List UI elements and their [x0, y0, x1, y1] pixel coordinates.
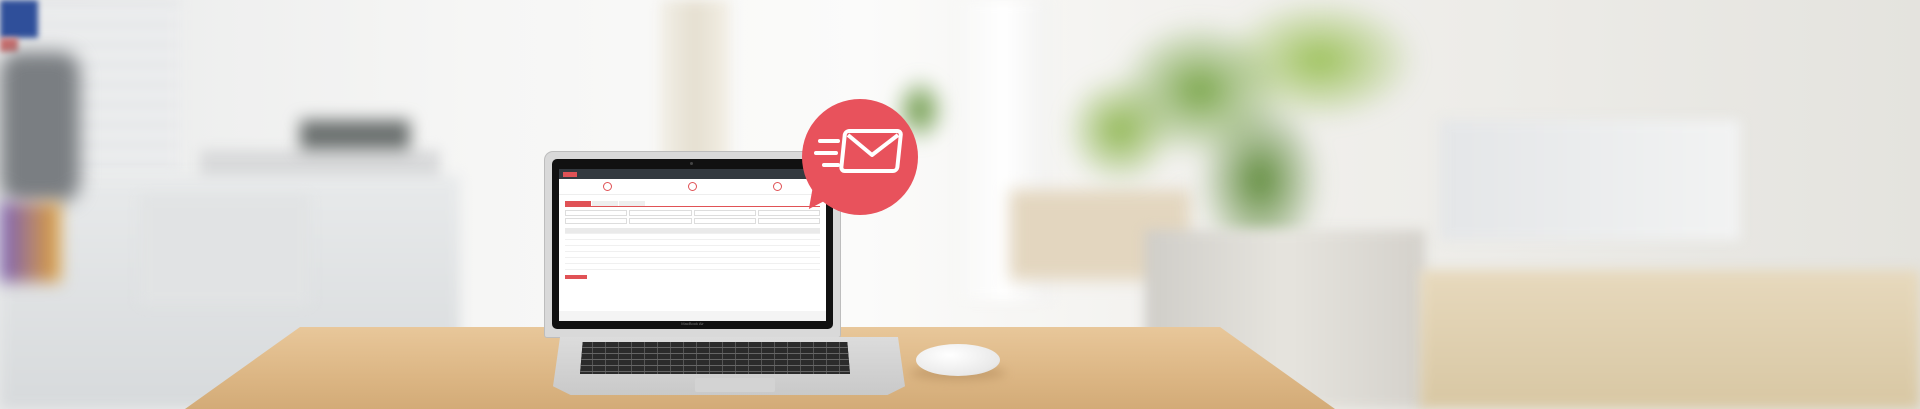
trackpad: [695, 378, 775, 392]
step-icon: [688, 182, 697, 191]
laptop-screen: [559, 169, 826, 321]
screen-logo: [563, 171, 577, 177]
screen-footer: [559, 311, 826, 321]
copier-panel: [140, 195, 310, 305]
step: [688, 182, 697, 191]
screen-steps: [559, 179, 826, 195]
copier-tray: [300, 120, 410, 150]
laptop-brand: MacBook Air: [681, 321, 704, 326]
office-scene: MacBook Air: [0, 0, 1920, 409]
folders: [0, 202, 60, 282]
right-desk: [1420, 270, 1920, 409]
chair: [0, 52, 80, 202]
copier-light: [0, 38, 18, 52]
tab: [619, 201, 645, 206]
mail-send-icon: [814, 129, 903, 173]
screen-table: [565, 228, 820, 270]
mail-bubble: [802, 99, 918, 215]
laptop-lid: MacBook Air: [545, 152, 840, 337]
laptop-bezel: MacBook Air: [552, 159, 833, 329]
screen-button: [565, 275, 587, 279]
step-icon: [773, 182, 782, 191]
keyboard-rows: [580, 342, 850, 374]
tab: [592, 201, 618, 206]
step: [603, 182, 612, 191]
screen-nav: [559, 169, 826, 179]
mouse: [916, 344, 1000, 376]
camera: [690, 162, 693, 165]
step-icon: [603, 182, 612, 191]
copier-logo: [0, 0, 38, 38]
screen-form: [565, 210, 820, 224]
shelf: [1440, 120, 1740, 240]
tab: [565, 201, 591, 206]
step: [773, 182, 782, 191]
screen-tabs: [565, 201, 820, 207]
